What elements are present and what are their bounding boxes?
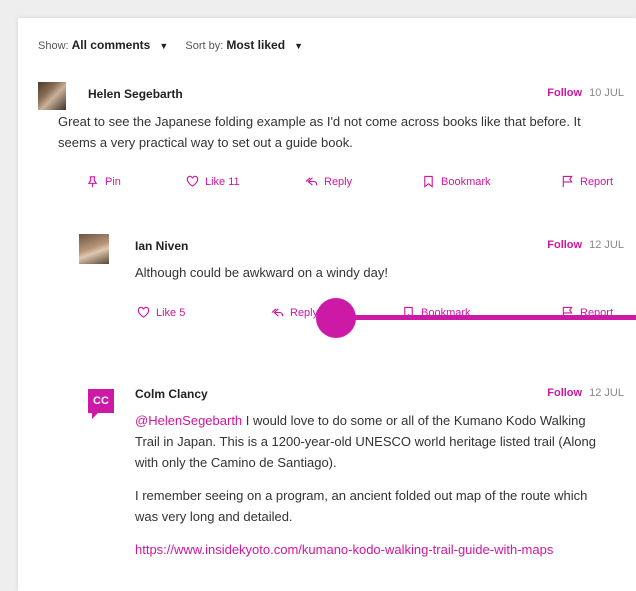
comment-author[interactable]: Helen Segebarth — [88, 87, 183, 101]
user-mention-link[interactable]: @HelenSegebarth — [135, 413, 242, 428]
report-button[interactable]: Report — [561, 175, 613, 188]
comment: Helen Segebarth Follow 10 JUL Great to s… — [18, 78, 636, 198]
comment-text: Although could be awkward on a windy day… — [135, 265, 388, 280]
comment-paragraph: I remember seeing on a program, an ancie… — [135, 488, 588, 524]
follow-button[interactable]: Follow — [547, 87, 582, 99]
comment-meta: Follow 12 JUL — [547, 387, 624, 399]
external-link[interactable]: https://www.insidekyoto.com/kumano-kodo-… — [135, 542, 553, 557]
show-label: Show: — [38, 40, 69, 52]
comment-date: 12 JUL — [589, 387, 624, 399]
like-button[interactable]: Like 11 — [186, 175, 240, 188]
heart-icon — [137, 306, 150, 318]
comment-body: @HelenSegebarth I would love to do some … — [135, 410, 610, 572]
comment-meta: Follow 10 JUL — [547, 87, 624, 99]
comment-meta: Follow 12 JUL — [547, 239, 624, 251]
comment-date: 12 JUL — [589, 239, 624, 251]
avatar[interactable] — [79, 234, 109, 264]
comment-author[interactable]: Ian Niven — [135, 239, 188, 253]
comment-author[interactable]: Colm Clancy — [135, 387, 208, 401]
reply-icon — [271, 308, 284, 317]
comment-text: Great to see the Japanese folding exampl… — [58, 114, 581, 150]
comments-panel: Show: All comments ▼ Sort by: Most liked… — [18, 18, 636, 591]
pin-icon — [87, 176, 98, 188]
bookmark-icon — [424, 175, 433, 188]
show-filter-dropdown[interactable]: All comments — [72, 38, 151, 52]
follow-button[interactable]: Follow — [547, 387, 582, 399]
avatar[interactable] — [38, 82, 66, 110]
sort-dropdown[interactable]: Most liked — [226, 38, 285, 52]
comment-paragraph: @HelenSegebarth I would love to do some … — [135, 413, 596, 470]
pointer-line — [340, 315, 636, 320]
reply-button[interactable]: Reply — [305, 175, 352, 188]
comment-paragraph: https://www.insidekyoto.com/kumano-kodo-… — [135, 539, 610, 560]
sort-label: Sort by: — [185, 40, 224, 52]
comment-date: 10 JUL — [589, 87, 624, 99]
reply-button[interactable]: Reply — [271, 306, 318, 319]
follow-button[interactable]: Follow — [547, 239, 582, 251]
like-button[interactable]: Like 5 — [137, 306, 185, 319]
caret-down-icon[interactable]: ▼ — [159, 41, 168, 51]
reply-icon — [305, 177, 318, 186]
bookmark-button[interactable]: Bookmark — [422, 175, 491, 188]
pointer-dot — [316, 298, 356, 338]
avatar[interactable]: CC — [88, 389, 114, 419]
pin-button[interactable]: Pin — [86, 175, 121, 188]
heart-icon — [186, 175, 199, 187]
caret-down-icon[interactable]: ▼ — [294, 41, 303, 51]
filter-bar: Show: All comments ▼ Sort by: Most liked… — [38, 38, 317, 52]
reply-comment: CC Colm Clancy Follow 12 JUL @HelenSegeb… — [18, 384, 636, 591]
flag-icon — [562, 175, 573, 188]
